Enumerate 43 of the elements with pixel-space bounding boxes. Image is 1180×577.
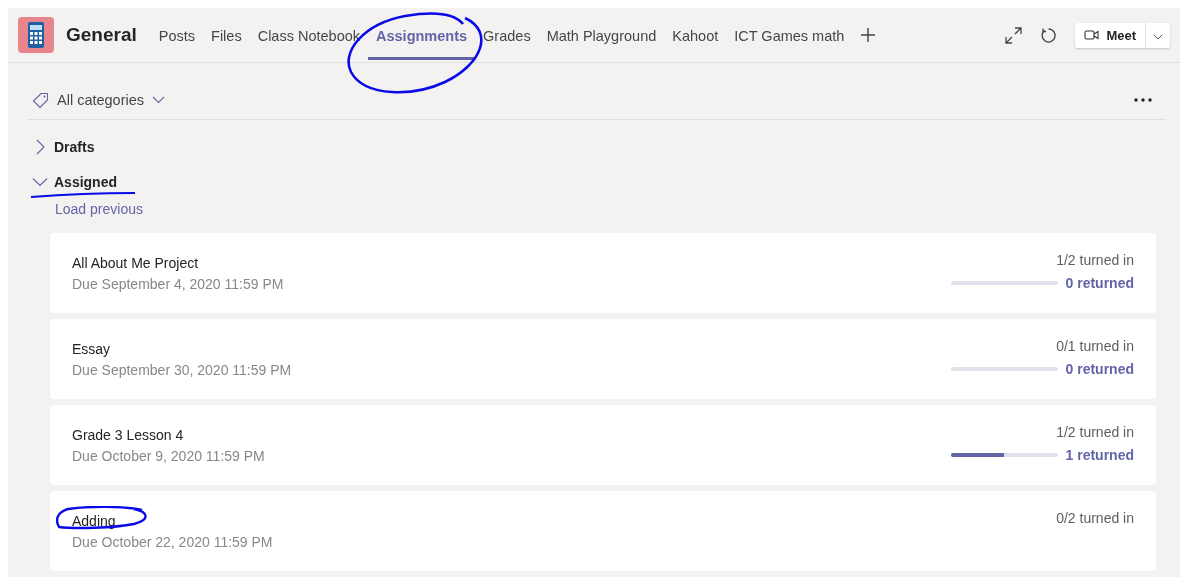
- section-header[interactable]: Drafts: [32, 129, 95, 164]
- returned-count: 1 returned: [1065, 447, 1134, 463]
- assignment-card[interactable]: All About Me Project Due September 4, 2020 11:59 PM 1/2 turned in 0 returned: [50, 233, 1156, 313]
- due-date: Due September 4, 2020 11:59 PM: [72, 275, 284, 292]
- assignment-title: Grade 3 Lesson 4: [72, 426, 184, 443]
- returned-count: 0 returned: [1065, 361, 1134, 377]
- category-filter[interactable]: All categories: [32, 91, 166, 109]
- tab[interactable]: Class Notebook: [249, 10, 368, 60]
- turned-in-count: 0/1 turned in: [1056, 338, 1134, 354]
- returned-count: 0 returned: [1065, 275, 1134, 291]
- tab[interactable]: Kahoot: [664, 10, 727, 60]
- assignment-title: Adding: [72, 512, 116, 529]
- calculator-icon: [18, 17, 54, 53]
- meet-button[interactable]: Meet: [1075, 22, 1146, 48]
- channel-title: General: [66, 24, 137, 46]
- add-tab-icon[interactable]: [860, 27, 877, 43]
- tag-icon: [32, 91, 49, 109]
- tab[interactable]: Math Playground: [538, 10, 665, 60]
- more-options-icon[interactable]: [1134, 98, 1152, 102]
- assignment-title: All About Me Project: [72, 254, 199, 271]
- assignment-card[interactable]: Grade 3 Lesson 4 Due October 9, 2020 11:59 PM 1/2 turned in 1 returned: [50, 405, 1156, 485]
- due-date: Due October 22, 2020 11:59 PM: [72, 533, 273, 550]
- assignment-card[interactable]: Adding Due October 22, 2020 11:59 PM 0/2 turned in: [50, 491, 1156, 571]
- tab[interactable]: Grades: [475, 10, 539, 60]
- refresh-icon[interactable]: [1040, 26, 1058, 44]
- tab[interactable]: Assignments: [368, 10, 476, 60]
- section-header[interactable]: Assigned: [32, 164, 117, 199]
- due-date: Due October 9, 2020 11:59 PM: [72, 447, 265, 464]
- turned-in-count: 0/2 turned in: [1056, 510, 1134, 526]
- load-previous-link[interactable]: Load previous: [55, 199, 143, 223]
- tab[interactable]: Files: [203, 10, 250, 60]
- expand-icon[interactable]: [1005, 26, 1023, 44]
- due-date: Due September 30, 2020 11:59 PM: [72, 361, 292, 378]
- assignment-title: Essay: [72, 340, 111, 357]
- chevron-down-icon: [32, 176, 48, 187]
- chevron-down-icon: [152, 96, 166, 104]
- assignment-card[interactable]: Essay Due September 30, 2020 11:59 PM 0/1 turned in 0 returned: [50, 319, 1156, 399]
- tab[interactable]: ICT Games math: [726, 10, 853, 60]
- tab[interactable]: Posts: [150, 10, 204, 60]
- turned-in-count: 1/2 turned in: [1056, 424, 1134, 440]
- turned-in-count: 1/2 turned in: [1056, 252, 1134, 268]
- video-camera-icon: [1084, 29, 1101, 41]
- chevron-down-icon: [1153, 33, 1163, 40]
